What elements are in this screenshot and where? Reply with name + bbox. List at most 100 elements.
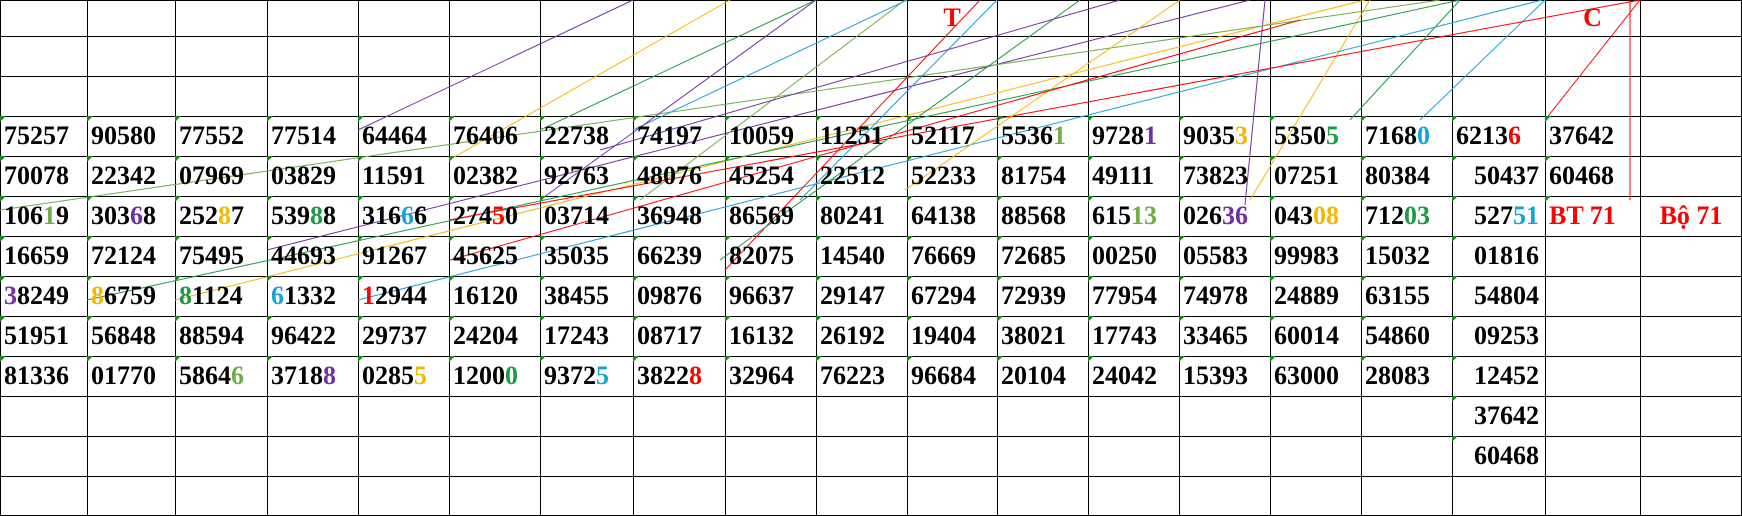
grid-cell[interactable]: 615 13 xyxy=(1088,196,1179,236)
grid-cell[interactable]: 80384 xyxy=(1361,156,1452,196)
grid-cell[interactable]: 96422 xyxy=(267,316,358,356)
grid-cell[interactable] xyxy=(1361,396,1452,436)
grid-cell[interactable]: 02382 xyxy=(449,156,540,196)
grid-cell[interactable]: 539 8 8 xyxy=(267,196,358,236)
grid-cell[interactable] xyxy=(449,436,540,476)
grid-cell[interactable]: 88568 xyxy=(997,196,1088,236)
grid-cell[interactable] xyxy=(1361,436,1452,476)
grid-cell[interactable]: 01770 xyxy=(87,356,175,396)
grid-cell[interactable]: 72685 xyxy=(997,236,1088,276)
grid-cell[interactable]: 9372 5 xyxy=(540,356,633,396)
grid-cell[interactable]: 3822 8 xyxy=(633,356,725,396)
grid-cell[interactable] xyxy=(1179,396,1270,436)
grid-cell[interactable]: 07251 xyxy=(1270,156,1361,196)
grid-cell[interactable]: 19404 xyxy=(907,316,997,356)
grid-cell[interactable]: 15393 xyxy=(1179,356,1270,396)
grid-cell[interactable]: 99983 xyxy=(1270,236,1361,276)
grid-cell[interactable]: 16659 xyxy=(0,236,87,276)
grid-cell[interactable]: 81754 xyxy=(997,156,1088,196)
grid-cell[interactable]: 82075 xyxy=(725,236,816,276)
grid-cell[interactable] xyxy=(633,396,725,436)
grid-cell[interactable]: 5350 5 xyxy=(1270,116,1361,156)
grid-cell[interactable]: 66239 xyxy=(633,236,725,276)
grid-cell[interactable] xyxy=(633,436,725,476)
grid-cell[interactable]: 05583 xyxy=(1179,236,1270,276)
grid-cell[interactable]: 026 36 xyxy=(1179,196,1270,236)
grid-cell[interactable]: 74197 xyxy=(633,116,725,156)
grid-cell[interactable]: 6 1332 xyxy=(267,276,358,316)
grid-cell[interactable]: 72124 xyxy=(87,236,175,276)
grid-cell[interactable]: 64464 xyxy=(358,116,449,156)
grid-cell[interactable]: 73823 xyxy=(1179,156,1270,196)
grid-cell[interactable] xyxy=(816,396,907,436)
grid-cell[interactable] xyxy=(0,436,87,476)
grid-cell[interactable]: 3 8249 xyxy=(0,276,87,316)
grid-cell[interactable]: 712 03 xyxy=(1361,196,1452,236)
grid-cell[interactable]: 51951 xyxy=(0,316,87,356)
grid-cell[interactable]: 0285 5 xyxy=(358,356,449,396)
grid-cell[interactable]: 75495 xyxy=(175,236,267,276)
grid-cell[interactable]: 5864 6 xyxy=(175,356,267,396)
grid-cell[interactable]: 252 8 7 xyxy=(175,196,267,236)
grid-cell[interactable] xyxy=(0,396,87,436)
grid-cell[interactable]: 10059 xyxy=(725,116,816,156)
grid-cell[interactable] xyxy=(175,396,267,436)
grid-cell[interactable]: 96684 xyxy=(907,356,997,396)
grid-cell[interactable]: 24204 xyxy=(449,316,540,356)
grid-cell[interactable]: 54860 xyxy=(1361,316,1452,356)
grid-cell[interactable] xyxy=(87,436,175,476)
grid-cell[interactable] xyxy=(1088,436,1179,476)
grid-cell[interactable]: 29147 xyxy=(816,276,907,316)
grid-cell[interactable]: 09876 xyxy=(633,276,725,316)
grid-cell[interactable]: 33465 xyxy=(1179,316,1270,356)
grid-cell[interactable]: 70078 xyxy=(0,156,87,196)
grid-cell[interactable]: 24042 xyxy=(1088,356,1179,396)
grid-cell[interactable]: 81336 xyxy=(0,356,87,396)
grid-cell[interactable]: 38021 xyxy=(997,316,1088,356)
grid-cell[interactable]: 03714 xyxy=(540,196,633,236)
grid-cell[interactable] xyxy=(540,436,633,476)
grid-cell[interactable]: 76406 xyxy=(449,116,540,156)
grid-cell[interactable]: 8 1124 xyxy=(175,276,267,316)
grid-cell[interactable] xyxy=(358,396,449,436)
grid-cell[interactable]: 36948 xyxy=(633,196,725,236)
grid-cell[interactable]: 6213 6 xyxy=(1452,116,1545,156)
grid-cell[interactable] xyxy=(907,396,997,436)
grid-cell[interactable]: 5536 1 xyxy=(997,116,1088,156)
grid-cell[interactable]: 77514 xyxy=(267,116,358,156)
grid-cell[interactable]: 106 1 9 xyxy=(0,196,87,236)
grid-cell[interactable]: 32964 xyxy=(725,356,816,396)
grid-cell[interactable]: 44693 xyxy=(267,236,358,276)
grid-cell[interactable]: 56848 xyxy=(87,316,175,356)
grid-cell[interactable] xyxy=(358,436,449,476)
grid-cell[interactable]: 11591 xyxy=(358,156,449,196)
grid-cell[interactable]: 74978 xyxy=(1179,276,1270,316)
grid-cell[interactable]: 17243 xyxy=(540,316,633,356)
grid-cell[interactable] xyxy=(725,436,816,476)
grid-cell[interactable]: 14540 xyxy=(816,236,907,276)
grid-cell[interactable]: 274 5 0 xyxy=(449,196,540,236)
grid-cell[interactable]: 77954 xyxy=(1088,276,1179,316)
grid-cell[interactable]: 17743 xyxy=(1088,316,1179,356)
grid-cell[interactable] xyxy=(87,396,175,436)
grid-cell[interactable]: 49111 xyxy=(1088,156,1179,196)
grid-cell[interactable]: 03829 xyxy=(267,156,358,196)
grid-cell[interactable]: 303 6 8 xyxy=(87,196,175,236)
grid-cell[interactable]: 60014 xyxy=(1270,316,1361,356)
grid-cell[interactable]: 3718 8 xyxy=(267,356,358,396)
grid-cell[interactable] xyxy=(997,396,1088,436)
grid-cell[interactable]: 20104 xyxy=(997,356,1088,396)
grid-cell[interactable]: 35035 xyxy=(540,236,633,276)
grid-cell[interactable] xyxy=(267,396,358,436)
grid-cell[interactable] xyxy=(175,436,267,476)
grid-cell[interactable]: 45254 xyxy=(725,156,816,196)
grid-cell[interactable]: 29737 xyxy=(358,316,449,356)
grid-cell[interactable]: 54804 xyxy=(1452,276,1545,316)
grid-cell[interactable]: 8 6759 xyxy=(87,276,175,316)
grid-cell[interactable]: 60468 xyxy=(1452,436,1545,476)
grid-cell[interactable]: 28083 xyxy=(1361,356,1452,396)
grid-cell[interactable]: 60468 xyxy=(1545,156,1640,196)
grid-cell[interactable] xyxy=(1179,436,1270,476)
grid-cell[interactable] xyxy=(449,396,540,436)
grid-cell[interactable]: 07969 xyxy=(175,156,267,196)
